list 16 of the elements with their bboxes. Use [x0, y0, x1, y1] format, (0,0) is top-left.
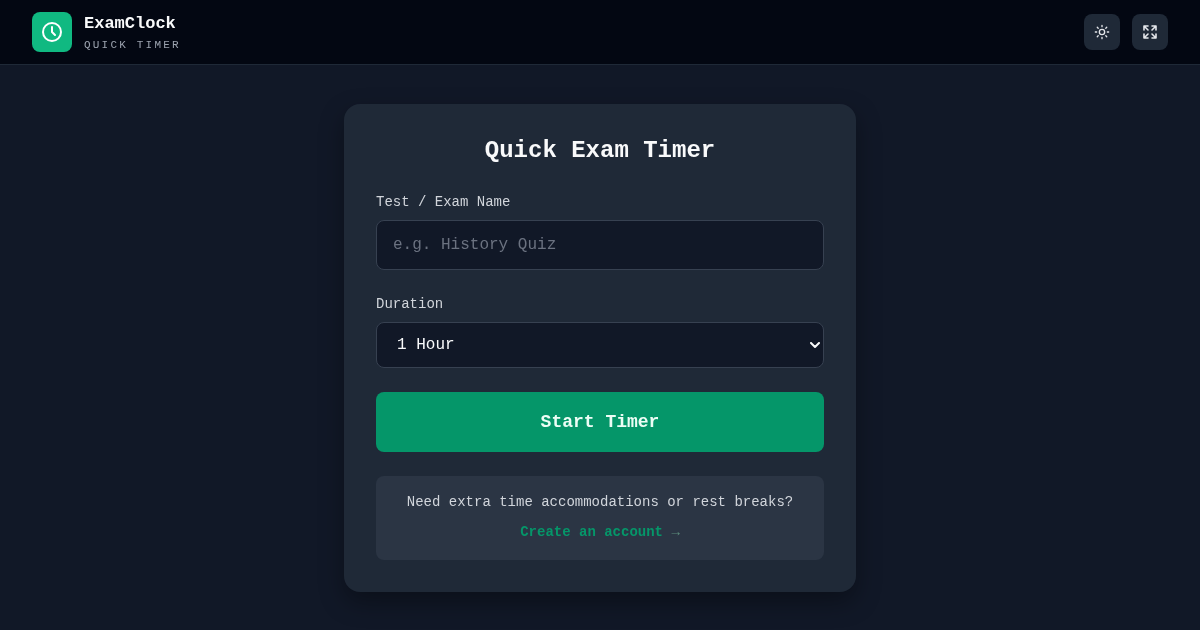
clock-icon [32, 12, 72, 52]
app-name: ExamClock [84, 12, 177, 35]
start-timer-button[interactable]: Start Timer [376, 392, 824, 452]
duration-select[interactable]: 1 Hour [376, 322, 824, 368]
field-label: Test / Exam Name [376, 193, 512, 212]
theme-toggle-button[interactable] [1084, 14, 1120, 50]
create-account-link[interactable]: Create an account → [520, 522, 680, 542]
field-label: Duration [376, 295, 445, 314]
exam-name-input[interactable]: e.g. History Quiz [376, 220, 824, 270]
sun-icon [1094, 24, 1110, 40]
notice-text: Need extra time accommodations or rest breaks? [406, 493, 794, 512]
card-title: Quick Exam Timer [483, 136, 717, 166]
app-tagline: QUICK TIMER [84, 37, 181, 52]
chevron-down-icon [810, 341, 820, 349]
expand-icon [1142, 24, 1158, 40]
fullscreen-button[interactable] [1132, 14, 1168, 50]
